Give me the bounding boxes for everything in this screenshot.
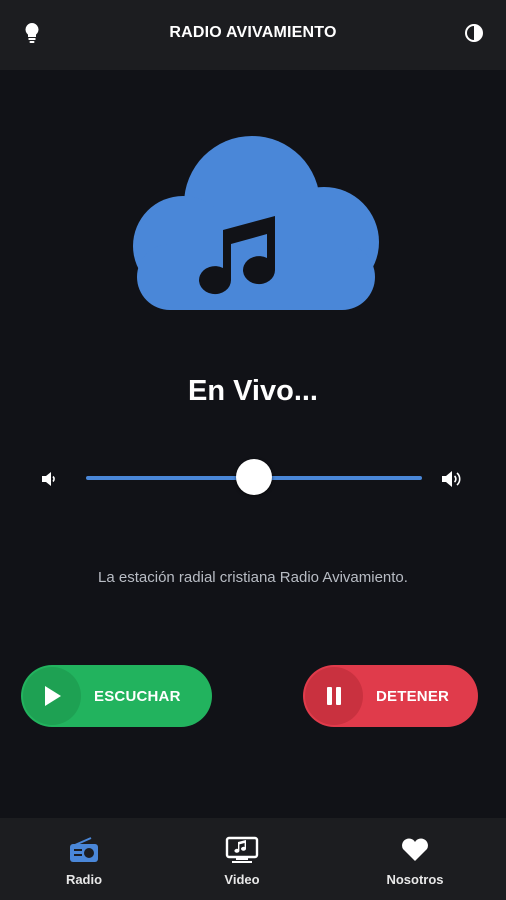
stop-button[interactable]: DETENER <box>303 665 478 727</box>
nav-label-video: Video <box>224 872 260 887</box>
nav-label-radio: Radio <box>65 872 103 887</box>
listen-button-label: ESCUCHAR <box>94 687 181 705</box>
heart-icon <box>400 836 430 864</box>
nav-label-nosotros: Nosotros <box>386 872 444 887</box>
play-icon <box>23 667 81 725</box>
live-status: En Vivo... <box>187 375 318 407</box>
nav-item-video[interactable]: Video <box>158 818 326 900</box>
pause-icon <box>305 667 363 725</box>
volume-high-icon <box>440 469 464 494</box>
nav-item-nosotros[interactable]: Nosotros <box>331 818 499 900</box>
top-app-bar: RADIO AVIVAMIENTO <box>0 0 506 70</box>
player-screen: En Vivo... La estación radial cristiana … <box>0 70 506 818</box>
app-title: RADIO AVIVAMIENTO <box>169 24 337 41</box>
volume-low-icon <box>40 471 58 492</box>
contrast-icon[interactable] <box>460 19 488 47</box>
radio-icon <box>69 836 99 864</box>
listen-button[interactable]: ESCUCHAR <box>21 665 212 727</box>
cloud-music-icon <box>127 134 381 312</box>
volume-slider-thumb[interactable] <box>236 459 272 495</box>
stop-button-label: DETENER <box>376 687 450 705</box>
station-description: La estación radial cristiana Radio Aviva… <box>98 569 408 586</box>
bottom-navigation: Radio Video Nosotros <box>0 818 506 900</box>
video-icon <box>225 836 259 864</box>
nav-item-radio[interactable]: Radio <box>0 818 168 900</box>
